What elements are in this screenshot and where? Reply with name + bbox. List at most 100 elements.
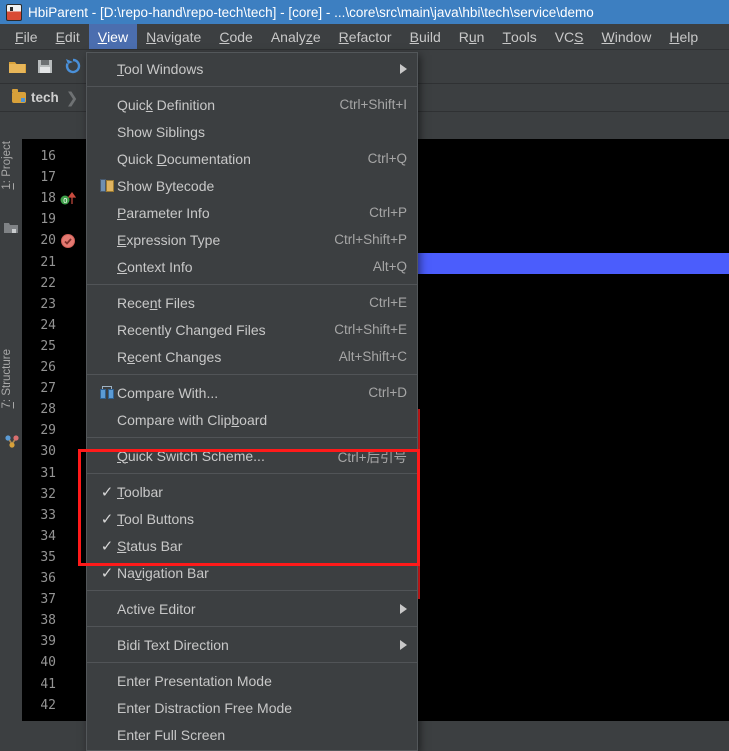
override-method-icon[interactable]: O	[60, 191, 76, 209]
sync-refresh-icon[interactable]	[64, 57, 83, 76]
tool-window-button-structure[interactable]: 7: Structure	[1, 349, 13, 408]
menubar-item-help[interactable]: Help	[660, 24, 707, 49]
chevron-right-icon	[400, 640, 407, 650]
menubar-item-build[interactable]: Build	[401, 24, 450, 49]
gutter-line-number: 27	[22, 379, 86, 400]
gutter-line-number: 35	[22, 548, 86, 569]
menu-item-recent-files[interactable]: Recent FilesCtrl+E	[87, 289, 417, 316]
menu-separator	[87, 374, 417, 375]
svg-text:O: O	[63, 198, 67, 206]
gutter-line-number: 21	[22, 253, 86, 274]
menu-item-label: Enter Distraction Free Mode	[117, 700, 407, 716]
menu-item-shortcut: Ctrl+Shift+P	[334, 232, 407, 247]
menu-item-label: Quick Documentation	[117, 151, 354, 167]
menu-item-label: Show Bytecode	[117, 178, 407, 194]
open-folder-icon[interactable]	[8, 57, 27, 76]
menu-item-label: Expression Type	[117, 232, 320, 248]
gutter-line-number: 40	[22, 653, 86, 674]
menu-item-shortcut: Alt+Shift+C	[339, 349, 407, 364]
save-all-icon[interactable]	[36, 57, 55, 76]
menu-item-tool-windows[interactable]: Tool Windows	[87, 55, 417, 82]
gutter-line-number: 25	[22, 337, 86, 358]
menu-item-label: Enter Full Screen	[117, 727, 407, 743]
menu-item-context-info[interactable]: Context InfoAlt+Q	[87, 253, 417, 280]
menu-item-quick-switch-scheme[interactable]: Quick Switch Scheme...Ctrl+后引号	[87, 442, 417, 469]
view-menu-popup[interactable]: Tool Windows Quick DefinitionCtrl+Shift+I…	[86, 52, 418, 751]
menu-item-enter-distraction-free-mode[interactable]: Enter Distraction Free Mode	[87, 694, 417, 721]
gutter-line-number: 37	[22, 590, 86, 611]
menu-item-label: Compare With...	[117, 385, 354, 401]
breadcrumb-separator-icon: ❯	[66, 89, 79, 107]
menu-separator	[87, 662, 417, 663]
menu-item-show-siblings[interactable]: Show Siblings	[87, 118, 417, 145]
tool-window-button-project[interactable]: 1: Project	[1, 141, 13, 190]
gutter-line-number: 38	[22, 611, 86, 632]
menu-item-label: Enter Presentation Mode	[117, 673, 407, 689]
menubar-item-code[interactable]: Code	[210, 24, 261, 49]
menubar-item-view[interactable]: View	[89, 24, 137, 49]
menu-separator	[87, 590, 417, 591]
menu-item-label: Quick Definition	[117, 97, 325, 113]
menubar-item-window[interactable]: Window	[593, 24, 661, 49]
menu-item-toolbar[interactable]: ✓Toolbar	[87, 478, 417, 505]
menu-item-shortcut: Ctrl+Q	[368, 151, 407, 166]
menu-item-label: Status Bar	[117, 538, 407, 554]
menubar-item-navigate[interactable]: Navigate	[137, 24, 210, 49]
menu-item-label: Recent Changes	[117, 349, 325, 365]
menu-separator	[87, 626, 417, 627]
menu-item-label: Active Editor	[117, 601, 390, 617]
menu-item-label: Show Siblings	[117, 124, 407, 140]
implementing-method-icon[interactable]	[60, 233, 76, 251]
menu-item-expression-type[interactable]: Expression Type Ctrl+Shift+P	[87, 226, 417, 253]
bytecode-icon	[100, 179, 114, 192]
menu-item-show-bytecode[interactable]: Show Bytecode	[87, 172, 417, 199]
menu-item-quick-documentation[interactable]: Quick Documentation Ctrl+Q	[87, 145, 417, 172]
menu-item-shortcut: Ctrl+E	[369, 295, 407, 310]
menubar-item-edit[interactable]: Edit	[47, 24, 89, 49]
window-title-bar: HbiParent - [D:\repo-hand\repo-tech\tech…	[0, 0, 729, 24]
gutter-line-number: 42	[22, 696, 86, 717]
menu-item-compare-with-clipboard[interactable]: Compare with Clipboard	[87, 406, 417, 433]
checkmark-icon: ✓	[101, 537, 114, 555]
menu-item-navigation-bar[interactable]: ✓Navigation Bar	[87, 559, 417, 586]
menu-item-tool-buttons[interactable]: ✓Tool Buttons	[87, 505, 417, 532]
menubar-item-file[interactable]: File	[6, 24, 47, 49]
gutter-line-number: 22	[22, 274, 86, 295]
gutter-line-number: 24	[22, 316, 86, 337]
menu-item-status-bar[interactable]: ✓Status Bar	[87, 532, 417, 559]
menubar-item-analyze[interactable]: Analyze	[262, 24, 330, 49]
menu-item-label: Bidi Text Direction	[117, 637, 390, 653]
menu-item-shortcut: Ctrl+后引号	[338, 446, 407, 466]
menu-item-recent-changes[interactable]: Recent Changes Alt+Shift+C	[87, 343, 417, 370]
menu-item-bidi-text-direction[interactable]: Bidi Text Direction	[87, 631, 417, 658]
gutter-line-number: 26	[22, 358, 86, 379]
gutter-line-number: 36	[22, 569, 86, 590]
breadcrumb-label: tech	[31, 90, 59, 105]
menu-separator	[87, 473, 417, 474]
gutter-line-number: 17	[22, 168, 86, 189]
menu-item-enter-full-screen[interactable]: Enter Full Screen	[87, 721, 417, 748]
project-folder-icon	[4, 221, 18, 235]
editor-gutter[interactable]: 1617181920212223242526272829303132333435…	[22, 139, 86, 721]
menu-item-compare-with[interactable]: Compare With... Ctrl+D	[87, 379, 417, 406]
menu-item-parameter-info[interactable]: Parameter InfoCtrl+P	[87, 199, 417, 226]
menu-item-enter-presentation-mode[interactable]: Enter Presentation Mode	[87, 667, 417, 694]
breadcrumb-item-0[interactable]: tech ❯	[8, 89, 84, 107]
menu-item-active-editor[interactable]: Active Editor	[87, 595, 417, 622]
gutter-line-number: 30	[22, 442, 86, 463]
menubar-item-vcs[interactable]: VCS	[546, 24, 593, 49]
left-tool-window-stripe: 1: Project 7: Structure	[0, 139, 23, 721]
menu-item-recently-changed-files[interactable]: Recently Changed FilesCtrl+Shift+E	[87, 316, 417, 343]
menu-item-quick-definition[interactable]: Quick DefinitionCtrl+Shift+I	[87, 91, 417, 118]
gutter-line-number: 20	[22, 231, 86, 252]
menu-item-shortcut: Ctrl+D	[368, 385, 407, 400]
menubar-item-tools[interactable]: Tools	[493, 24, 545, 49]
menu-separator	[87, 86, 417, 87]
gutter-line-number: 23	[22, 295, 86, 316]
menu-item-shortcut: Alt+Q	[373, 259, 407, 274]
menubar-item-run[interactable]: Run	[450, 24, 494, 49]
menu-separator	[87, 284, 417, 285]
menubar-item-refactor[interactable]: Refactor	[330, 24, 401, 49]
menu-bar: File Edit View Navigate Code Analyze Ref…	[0, 24, 729, 50]
gutter-line-number: 33	[22, 506, 86, 527]
